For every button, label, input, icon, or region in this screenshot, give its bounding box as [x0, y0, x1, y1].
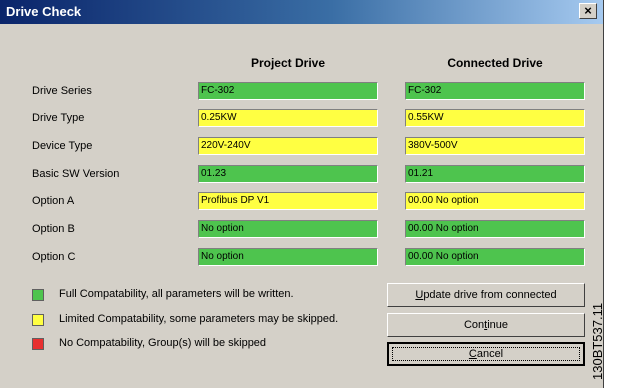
project-value-field: 0.25KW [198, 109, 378, 127]
project-value-field: Profibus DP V1 [198, 192, 378, 210]
legend-swatch [32, 314, 44, 326]
connected-drive-header: Connected Drive [447, 56, 543, 70]
figure-number: 130BT537.11 [590, 302, 605, 380]
row-label: Option C [32, 251, 76, 263]
continue-label-start: Con [463, 319, 485, 331]
update-drive-button[interactable]: Update drive from connected [387, 283, 585, 307]
row-label: Drive Series [32, 85, 92, 97]
row-label: Basic SW Version [32, 168, 120, 180]
window-title: Drive Check [6, 4, 82, 19]
project-drive-header: Project Drive [250, 56, 326, 70]
legend-swatch [32, 338, 44, 350]
row-label: Option B [32, 223, 75, 235]
update-label: pdate drive from connected [423, 289, 557, 301]
continue-label-end: inue [487, 319, 509, 331]
project-value-field: No option [198, 248, 378, 266]
project-value-field: No option [198, 220, 378, 238]
row-label: Device Type [32, 140, 93, 152]
project-value-field: 01.23 [198, 165, 378, 183]
project-value-field: FC-302 [198, 82, 378, 100]
drive-check-dialog: Drive Check × Project Drive Connected Dr… [0, 0, 604, 388]
row-label: Drive Type [32, 112, 85, 124]
title-bar[interactable]: Drive Check × [0, 0, 603, 24]
row-label: Option A [32, 195, 75, 207]
focus-rectangle [392, 347, 580, 361]
connected-value-field: 00.00 No option [405, 192, 585, 210]
connected-value-field: 00.00 No option [405, 220, 585, 238]
continue-button[interactable]: Continue [387, 313, 585, 337]
legend-swatch [32, 289, 44, 301]
project-value-field: 220V-240V [198, 137, 378, 155]
connected-value-field: 380V-500V [405, 137, 585, 155]
connected-value-field: 00.00 No option [405, 248, 585, 266]
connected-value-field: 01.21 [405, 165, 585, 183]
close-button[interactable]: × [579, 3, 597, 19]
legend-text: Full Compatability, all parameters will … [59, 288, 294, 300]
connected-value-field: 0.55KW [405, 109, 585, 127]
legend-text: Limited Compatability, some parameters m… [59, 313, 339, 325]
legend-text: No Compatability, Group(s) will be skipp… [59, 337, 267, 349]
cancel-button[interactable]: Cancel [387, 342, 585, 366]
connected-value-field: FC-302 [405, 82, 585, 100]
